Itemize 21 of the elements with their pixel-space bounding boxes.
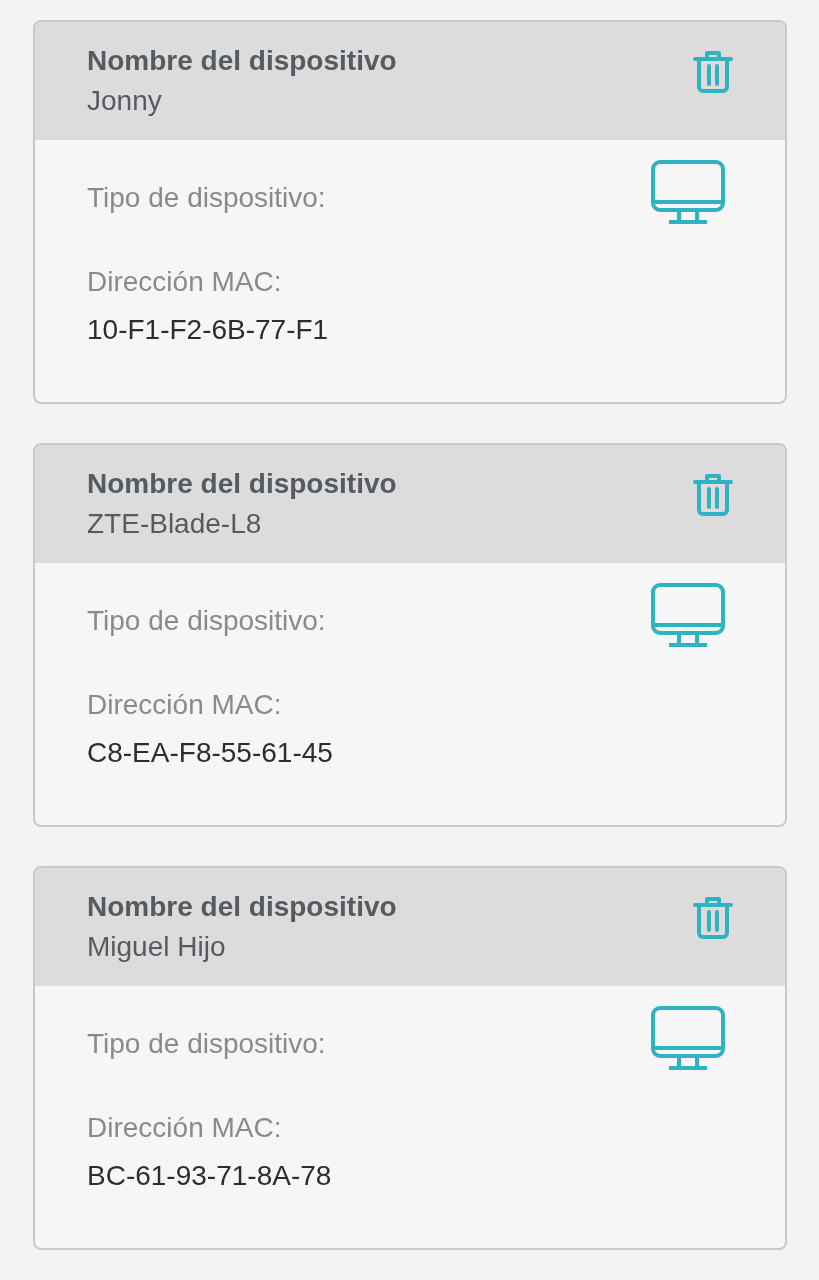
- field-label: Tipo de dispositivo:: [87, 182, 326, 214]
- monitor-icon: [651, 1006, 725, 1072]
- mac-address: C8-EA-F8-55-61-45: [87, 737, 334, 769]
- mac-address: 10-F1-F2-6B-77-F1: [87, 314, 330, 346]
- field-label: Dirección MAC:: [87, 689, 283, 721]
- field-label: Nombre del dispositivo: [87, 891, 397, 923]
- field-label: Dirección MAC:: [87, 1112, 283, 1144]
- field-label: Tipo de dispositivo:: [87, 605, 326, 637]
- mac-address: BC-61-93-71-8A-78: [87, 1160, 333, 1192]
- monitor-icon: [651, 583, 725, 649]
- monitor-icon: [651, 160, 725, 226]
- delete-icon[interactable]: [693, 50, 733, 94]
- field-label: Dirección MAC:: [87, 266, 283, 298]
- delete-icon[interactable]: [693, 473, 733, 517]
- delete-icon[interactable]: [693, 896, 733, 940]
- device-name: Miguel Hijo: [87, 931, 227, 963]
- field-label: Nombre del dispositivo: [87, 45, 397, 77]
- field-label: Tipo de dispositivo:: [87, 1028, 326, 1060]
- device-name: ZTE-Blade-L8: [87, 508, 263, 540]
- device-name: Jonny: [87, 85, 163, 117]
- field-label: Nombre del dispositivo: [87, 468, 397, 500]
